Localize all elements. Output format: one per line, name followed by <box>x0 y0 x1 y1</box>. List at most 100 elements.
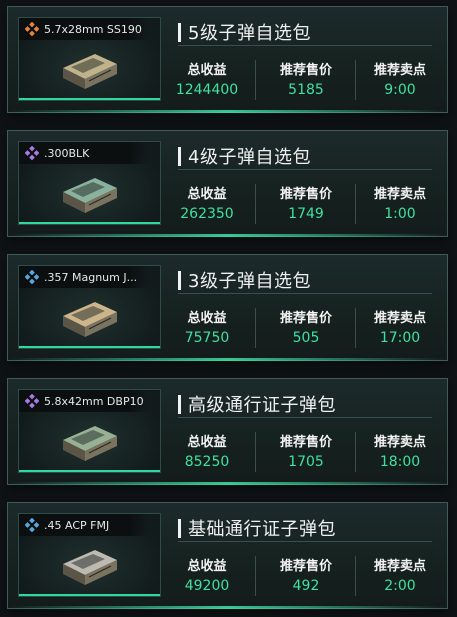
pack-title: 基础通行证子弹包 <box>188 519 336 540</box>
total-revenue-value: 85250 <box>184 454 230 470</box>
divider <box>255 432 256 472</box>
ammo-tag: 5.8x42mm DBP10 <box>19 390 149 412</box>
ammo-pack-card[interactable]: .45 ACP FMJ 基础通行证子弹包 总收益 49200 推荐售价 492 … <box>7 502 448 609</box>
recommended-price-stat: 推荐售价 492 <box>263 555 349 594</box>
recommended-sell-time-stat: 推荐卖点 18:00 <box>364 431 436 470</box>
total-revenue-label: 总收益 <box>187 63 227 78</box>
recommended-price-value: 492 <box>292 578 320 594</box>
recommended-sell-time-label: 推荐卖点 <box>373 435 426 450</box>
ammo-box-icon <box>63 426 117 461</box>
divider <box>255 308 256 348</box>
ammo-pack-card[interactable]: .357 Magnum J... 3级子弹自选包 总收益 75750 推荐售价 … <box>7 254 448 361</box>
ammo-box-icon <box>63 550 117 585</box>
ammo-pack-card[interactable]: .300BLK 4级子弹自选包 总收益 262350 推荐售价 1749 推荐卖… <box>7 130 448 237</box>
pack-title: 5级子弹自选包 <box>188 23 311 44</box>
recommended-price-stat: 推荐售价 1749 <box>263 183 349 222</box>
ammo-pack-thumbnail[interactable]: 5.7x28mm SS190 <box>18 17 161 101</box>
ammo-pack-thumbnail[interactable]: .45 ACP FMJ <box>18 513 161 597</box>
ammo-name: .300BLK <box>44 146 90 160</box>
ammo-tag: 5.7x28mm SS190 <box>19 18 149 40</box>
total-revenue-stat: 总收益 75750 <box>172 307 242 346</box>
ammo-pack-card[interactable]: 5.8x42mm DBP10 高级通行证子弹包 总收益 85250 推荐售价 1… <box>7 378 448 485</box>
recommended-price-stat: 推荐售价 1705 <box>263 431 349 470</box>
total-revenue-value: 262350 <box>180 206 234 222</box>
total-revenue-label: 总收益 <box>187 311 227 326</box>
recommended-sell-time-stat: 推荐卖点 2:00 <box>364 555 436 594</box>
recommended-sell-time-value: 17:00 <box>379 330 421 346</box>
title-accent <box>178 518 181 538</box>
pack-title-bar: 5级子弹自选包 <box>178 19 432 46</box>
ammo-pack-thumbnail[interactable]: 5.8x42mm DBP10 <box>18 389 161 473</box>
recommended-sell-time-stat: 推荐卖点 9:00 <box>364 59 436 98</box>
pack-title: 4级子弹自选包 <box>188 147 311 168</box>
ammo-name: .45 ACP FMJ <box>44 518 110 532</box>
ammo-tag: .300BLK <box>19 142 149 164</box>
recommended-sell-time-label: 推荐卖点 <box>373 63 426 78</box>
recommended-sell-time-value: 18:00 <box>379 454 421 470</box>
recommended-price-label: 推荐售价 <box>279 311 332 326</box>
recommended-price-stat: 推荐售价 5185 <box>263 59 349 98</box>
recommended-sell-time-value: 1:00 <box>384 206 416 222</box>
recommended-sell-time-value: 9:00 <box>384 82 416 98</box>
recommended-price-label: 推荐售价 <box>279 187 332 202</box>
pack-title-bar: 4级子弹自选包 <box>178 143 432 170</box>
divider <box>355 60 356 100</box>
ammo-pack-thumbnail[interactable]: .357 Magnum J... <box>18 265 161 349</box>
pack-title-bar: 高级通行证子弹包 <box>178 391 432 418</box>
divider <box>255 556 256 596</box>
recommended-price-label: 推荐售价 <box>279 559 332 574</box>
divider <box>355 184 356 224</box>
pack-title-bar: 基础通行证子弹包 <box>178 515 432 542</box>
recommended-price-value: 505 <box>292 330 320 346</box>
pack-title-bar: 3级子弹自选包 <box>178 267 432 294</box>
title-accent <box>178 146 181 166</box>
rarity-diamond-icon <box>24 517 40 533</box>
recommended-price-value: 1749 <box>288 206 324 222</box>
ammo-pack-card[interactable]: 5.7x28mm SS190 5级子弹自选包 总收益 1244400 推荐售价 … <box>7 6 448 113</box>
divider <box>355 432 356 472</box>
ammo-box-icon <box>63 178 117 213</box>
recommended-sell-time-stat: 推荐卖点 17:00 <box>364 307 436 346</box>
ammo-pack-thumbnail[interactable]: .300BLK <box>18 141 161 225</box>
rarity-diamond-icon <box>24 269 40 285</box>
ammo-name: 5.8x42mm DBP10 <box>44 394 144 408</box>
pack-title: 3级子弹自选包 <box>188 271 311 292</box>
title-accent <box>178 270 181 290</box>
total-revenue-stat: 总收益 49200 <box>172 555 242 594</box>
rarity-diamond-icon <box>24 393 40 409</box>
recommended-sell-time-stat: 推荐卖点 1:00 <box>364 183 436 222</box>
total-revenue-stat: 总收益 262350 <box>172 183 242 222</box>
recommended-sell-time-label: 推荐卖点 <box>373 559 426 574</box>
total-revenue-label: 总收益 <box>187 559 227 574</box>
recommended-price-label: 推荐售价 <box>279 63 332 78</box>
ammo-tag: .45 ACP FMJ <box>19 514 149 536</box>
total-revenue-label: 总收益 <box>187 187 227 202</box>
rarity-diamond-icon <box>24 145 40 161</box>
recommended-sell-time-label: 推荐卖点 <box>373 187 426 202</box>
divider <box>255 60 256 100</box>
total-revenue-value: 49200 <box>184 578 230 594</box>
ammo-name: 5.7x28mm SS190 <box>44 22 142 36</box>
ammo-box-icon <box>63 54 117 89</box>
title-accent <box>178 22 181 42</box>
total-revenue-stat: 总收益 85250 <box>172 431 242 470</box>
total-revenue-stat: 总收益 1244400 <box>172 59 242 98</box>
title-accent <box>178 394 181 414</box>
recommended-sell-time-label: 推荐卖点 <box>373 311 426 326</box>
ammo-name: .357 Magnum J... <box>44 270 138 284</box>
divider <box>355 308 356 348</box>
recommended-price-stat: 推荐售价 505 <box>263 307 349 346</box>
rarity-diamond-icon <box>24 21 40 37</box>
recommended-price-value: 5185 <box>288 82 324 98</box>
recommended-price-label: 推荐售价 <box>279 435 332 450</box>
ammo-box-icon <box>63 302 117 337</box>
total-revenue-value: 1244400 <box>175 82 239 98</box>
total-revenue-value: 75750 <box>184 330 230 346</box>
divider <box>255 184 256 224</box>
recommended-sell-time-value: 2:00 <box>384 578 416 594</box>
ammo-tag: .357 Magnum J... <box>19 266 149 288</box>
recommended-price-value: 1705 <box>288 454 324 470</box>
divider <box>355 556 356 596</box>
pack-title: 高级通行证子弹包 <box>188 395 336 416</box>
total-revenue-label: 总收益 <box>187 435 227 450</box>
